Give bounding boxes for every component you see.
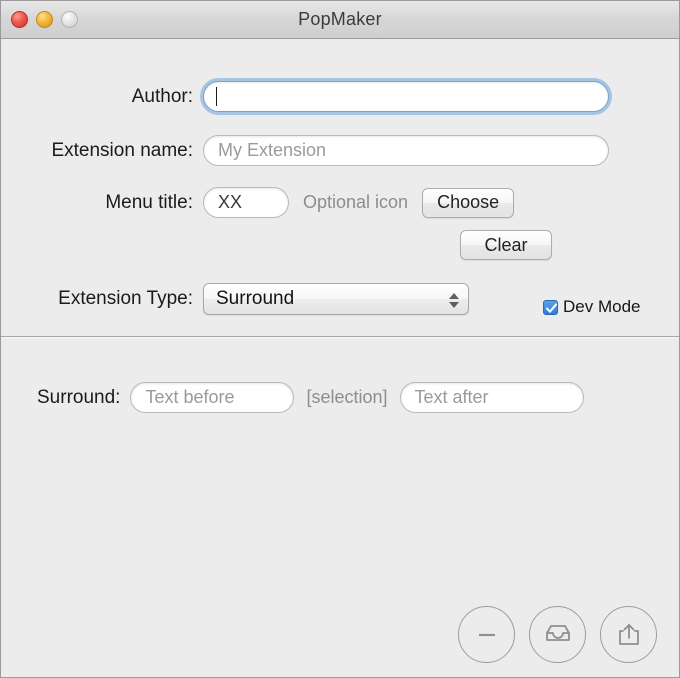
menu-title-label: Menu title: <box>105 191 193 213</box>
close-button[interactable] <box>11 11 28 28</box>
extension-name-row: Extension name: My Extension <box>1 135 609 166</box>
install-button[interactable] <box>529 606 586 663</box>
extension-type-select[interactable]: Surround <box>203 283 469 315</box>
app-window: PopMaker Author: Extension name: My Exte… <box>0 0 680 678</box>
text-after-placeholder: Text after <box>414 387 489 407</box>
export-button[interactable] <box>600 606 657 663</box>
author-label: Author: <box>131 85 193 107</box>
minimize-button[interactable] <box>36 11 53 28</box>
remove-icon <box>478 633 495 636</box>
selection-token: [selection] <box>306 387 388 407</box>
dev-mode-label: Dev Mode <box>563 297 641 316</box>
surround-row: Surround: Text before [selection] Text a… <box>37 382 584 413</box>
surround-label: Surround: <box>37 386 121 408</box>
author-input[interactable] <box>203 81 609 112</box>
stepper-arrows-icon[interactable] <box>449 284 459 316</box>
window-title: PopMaker <box>298 9 382 29</box>
remove-button[interactable] <box>458 606 515 663</box>
title-bar: PopMaker <box>1 1 679 39</box>
bottom-toolbar <box>458 606 657 663</box>
chevron-down-icon <box>449 301 459 308</box>
zoom-button[interactable] <box>61 11 78 28</box>
dev-mode-checkbox[interactable] <box>543 299 558 315</box>
extension-type-selected-value: Surround <box>216 288 295 309</box>
text-after-input[interactable]: Text after <box>399 382 584 413</box>
traffic-lights <box>11 1 78 38</box>
window-content: Author: Extension name: My Extension Men… <box>1 39 679 677</box>
author-row: Author: <box>1 81 609 112</box>
optional-icon-label: Optional icon <box>303 192 409 212</box>
extension-type-label: Extension Type: <box>58 288 193 309</box>
choose-icon-button[interactable]: Choose <box>422 187 515 218</box>
chevron-up-icon <box>449 292 459 299</box>
extension-type-row: Extension Type: Surround <box>1 283 469 315</box>
extension-name-label: Extension name: <box>51 139 193 161</box>
section-separator <box>1 336 679 337</box>
text-before-placeholder: Text before <box>145 387 235 407</box>
text-caret <box>216 87 217 106</box>
text-before-input[interactable]: Text before <box>130 382 295 413</box>
share-icon <box>618 623 639 645</box>
extension-name-input[interactable]: My Extension <box>203 135 609 166</box>
clear-icon-row: Clear <box>460 230 552 260</box>
extension-name-placeholder: My Extension <box>218 140 327 160</box>
menu-title-input[interactable]: XX <box>203 187 289 218</box>
inbox-icon <box>545 624 570 641</box>
checkmark-icon <box>545 303 558 313</box>
dev-mode-row[interactable]: Dev Mode <box>543 297 640 317</box>
clear-icon-button[interactable]: Clear <box>460 230 552 260</box>
menu-title-input-value: XX <box>218 192 243 212</box>
menu-title-row: Menu title: XX Optional icon Choose <box>1 187 515 218</box>
